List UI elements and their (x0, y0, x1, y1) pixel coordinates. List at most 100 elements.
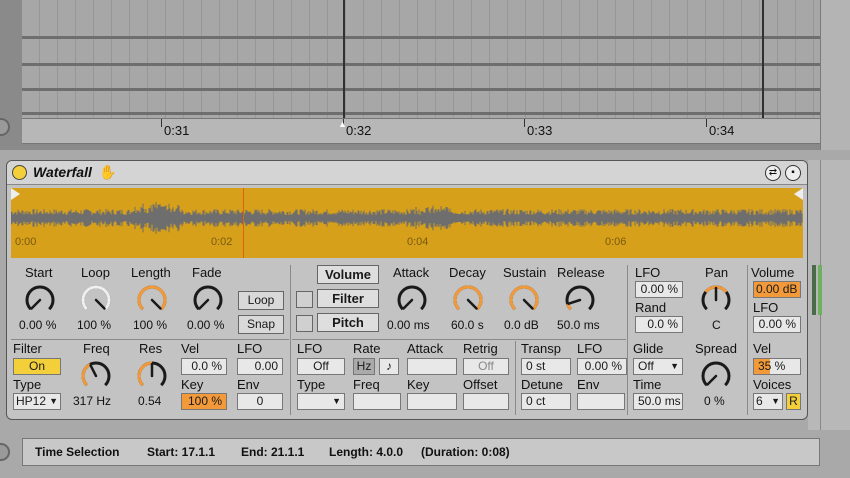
release-knob[interactable] (563, 283, 597, 317)
retrig-toggle[interactable]: Off (463, 358, 509, 375)
sustain-knob[interactable] (507, 283, 541, 317)
lfo-key-field[interactable] (407, 393, 457, 410)
start-marker-icon[interactable] (11, 188, 20, 200)
res-value: 0.54 (138, 394, 162, 408)
status-toggle-button[interactable] (0, 443, 10, 461)
res-knob[interactable] (135, 359, 169, 393)
volume-env-tab[interactable]: Volume (317, 265, 379, 284)
glide-time-label: Time (633, 377, 662, 392)
offset-field[interactable] (463, 393, 509, 410)
dropdown-arrow-icon: ▼ (771, 396, 780, 406)
ruler-label: 0:32 (346, 123, 372, 138)
fade-label: Fade (192, 265, 222, 280)
pitch-env-tab[interactable]: Pitch (317, 313, 379, 332)
voices-select[interactable]: 6 ▼ (753, 393, 783, 410)
loop-button[interactable]: Loop (238, 291, 284, 310)
loop-end-marker (762, 0, 764, 120)
filter-env-checkbox[interactable] (296, 291, 313, 308)
filter-vel-label: Vel (181, 341, 200, 356)
rate-sync-button[interactable]: ♪ (379, 358, 399, 375)
end-marker-icon[interactable] (794, 188, 803, 200)
arrangement-grid[interactable] (22, 0, 820, 118)
attack-knob[interactable] (395, 283, 429, 317)
hot-swap-icon[interactable]: ⇄ (765, 165, 781, 181)
volume-label: Volume (751, 265, 795, 280)
status-mode: Time Selection (35, 445, 120, 459)
pitch-env-checkbox[interactable] (296, 315, 313, 332)
retrigger-button[interactable]: R (786, 393, 801, 410)
glide-select[interactable]: Off ▼ (633, 358, 683, 375)
loop-label: Loop (81, 265, 110, 280)
section-divider (515, 341, 516, 415)
rand-label: Rand (635, 300, 667, 315)
decay-value: 60.0 s (451, 318, 484, 332)
filter-key-field[interactable]: 100 % (181, 393, 227, 410)
filter-vel-field[interactable]: 0.0 % (181, 358, 227, 375)
filter-env-tab[interactable]: Filter (317, 289, 379, 308)
rate-hz-button[interactable]: Hz (353, 358, 375, 375)
lfo-freq-label: Freq (353, 377, 380, 392)
freq-knob[interactable] (79, 359, 113, 393)
play-position-line (243, 188, 244, 258)
lfo-toggle[interactable]: Off (297, 358, 345, 375)
mod-lfo-field[interactable]: 0.00 % (635, 281, 683, 298)
start-value: 0.00 % (19, 318, 57, 332)
length-label: Length (131, 265, 171, 280)
lfo-attack-label: Attack (407, 341, 444, 356)
attack-label: Attack (393, 265, 430, 280)
transp-label: Transp (521, 341, 561, 356)
length-knob[interactable] (135, 283, 169, 317)
detune-label: Detune (521, 377, 563, 392)
hand-icon: ✋ (99, 164, 117, 180)
section-divider (11, 339, 289, 340)
lfo-type-select[interactable]: ▼ (297, 393, 345, 410)
volume-lfo-label: LFO (753, 300, 779, 315)
wave-time-label: 0:02 (211, 236, 233, 248)
transp-field[interactable]: 0 st (521, 358, 571, 375)
sample-waveform[interactable]: 0:00 0:02 0:04 0:06 (11, 188, 803, 258)
fade-value: 0.00 % (187, 318, 225, 332)
simpler-device: Waterfall ✋ ⇄ ▪ 0:00 0:02 0:04 0:06 Star… (6, 160, 808, 420)
lfo-key-label: Key (407, 377, 430, 392)
pitch-env-label: Env (577, 377, 600, 392)
fade-knob[interactable] (191, 283, 225, 317)
snap-button[interactable]: Snap (238, 315, 284, 334)
playhead-marker (343, 0, 345, 120)
filter-lfo-field[interactable]: 0.00 (237, 358, 283, 375)
level-meter-left (812, 265, 816, 315)
glide-time-field[interactable]: 50.0 ms (633, 393, 683, 410)
pitch-env-field[interactable] (577, 393, 625, 410)
time-ruler[interactable]: 0:31 ▲ 0:32 0:33 0:34 (22, 118, 820, 144)
offset-label: Offset (463, 377, 498, 392)
rand-field[interactable]: 0.0 % (635, 316, 683, 333)
device-power-button[interactable] (12, 165, 27, 180)
status-end: End: 21.1.1 (241, 445, 305, 459)
lfo-freq-field[interactable] (353, 393, 401, 410)
filter-lfo-label: LFO (237, 341, 263, 356)
level-meter-right (818, 265, 822, 315)
filter-env-field[interactable]: 0 (237, 393, 283, 410)
decay-label: Decay (449, 265, 486, 280)
loop-knob[interactable] (79, 283, 113, 317)
release-value: 50.0 ms (557, 318, 600, 332)
pitch-lfo-field[interactable]: 0.00 % (577, 358, 627, 375)
sustain-label: Sustain (503, 265, 547, 280)
glide-label: Glide (633, 341, 664, 356)
pan-knob[interactable] (699, 283, 733, 317)
volume-field[interactable]: 0.00 dB (753, 281, 801, 298)
volume-vel-slider[interactable]: 35 % (753, 358, 801, 375)
save-preset-icon[interactable]: ▪ (785, 165, 801, 181)
detune-field[interactable]: 0 ct (521, 393, 571, 410)
status-start: Start: 17.1.1 (147, 445, 216, 459)
pan-value: C (712, 318, 721, 332)
filter-type-select[interactable]: HP12 ▼ (13, 393, 61, 410)
volume-lfo-field[interactable]: 0.00 % (753, 316, 801, 333)
spread-knob[interactable] (699, 359, 733, 393)
rate-label: Rate (353, 341, 381, 356)
device-title-bar[interactable]: Waterfall ✋ ⇄ ▪ (7, 161, 807, 185)
lfo-attack-field[interactable] (407, 358, 457, 375)
res-label: Res (139, 341, 163, 356)
filter-on-toggle[interactable]: On (13, 358, 61, 375)
start-knob[interactable] (23, 283, 57, 317)
decay-knob[interactable] (451, 283, 485, 317)
